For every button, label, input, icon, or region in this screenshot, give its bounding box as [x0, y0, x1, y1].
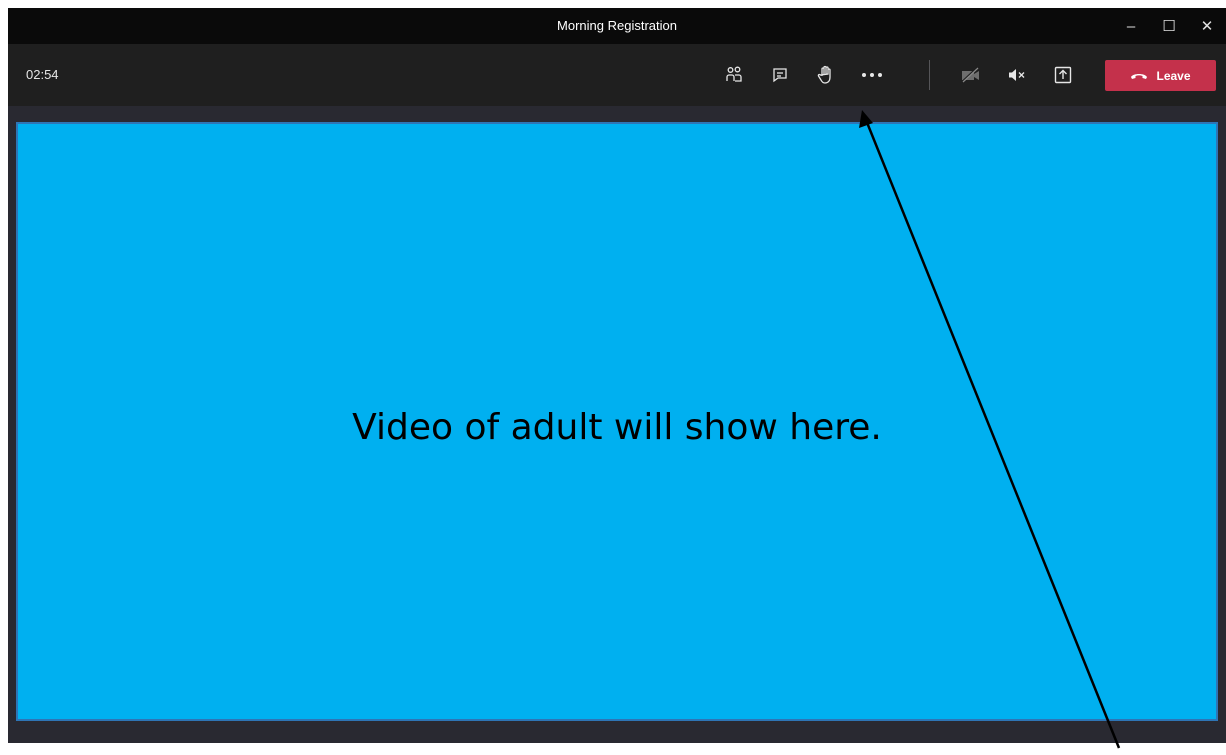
meeting-window: Morning Registration – ☐ ✕ 02:54 Leave V… [8, 8, 1226, 743]
participants-button[interactable] [711, 55, 757, 95]
minimize-icon: – [1126, 17, 1136, 35]
meeting-actions [711, 44, 895, 106]
video-stage: Video of adult will show here. [16, 122, 1218, 721]
raise-hand-button[interactable] [803, 55, 849, 95]
speaker-muted-icon [1009, 69, 1025, 81]
chat-icon [773, 68, 787, 83]
leave-button[interactable]: Leave [1105, 60, 1216, 91]
share-tray-icon [1054, 66, 1072, 84]
people-icon [726, 66, 742, 82]
title-bar: Morning Registration – ☐ ✕ [8, 8, 1226, 44]
window-title: Morning Registration [557, 18, 677, 33]
hand-icon [817, 65, 831, 84]
toolbar-divider [929, 60, 930, 90]
mute-button[interactable] [994, 55, 1040, 95]
device-controls [948, 44, 1086, 106]
leave-label: Leave [1156, 68, 1191, 83]
call-timer: 02:54 [26, 67, 59, 82]
ellipsis-icon [862, 73, 882, 77]
more-actions-button[interactable] [849, 55, 895, 95]
chat-button[interactable] [757, 55, 803, 95]
close-icon: ✕ [1200, 18, 1214, 35]
window-controls: – ☐ ✕ [1112, 8, 1226, 44]
close-button[interactable]: ✕ [1188, 8, 1226, 44]
minimize-button[interactable]: – [1112, 8, 1150, 44]
share-button[interactable] [1040, 55, 1086, 95]
camera-off-icon [961, 67, 979, 83]
maximize-icon: ☐ [1162, 18, 1176, 35]
hang-up-icon [1131, 74, 1148, 79]
camera-toggle-button[interactable] [948, 55, 994, 95]
maximize-button[interactable]: ☐ [1150, 8, 1188, 44]
video-placeholder-caption: Video of adult will show here. [352, 407, 882, 448]
meeting-toolbar: 02:54 Leave [8, 44, 1226, 106]
